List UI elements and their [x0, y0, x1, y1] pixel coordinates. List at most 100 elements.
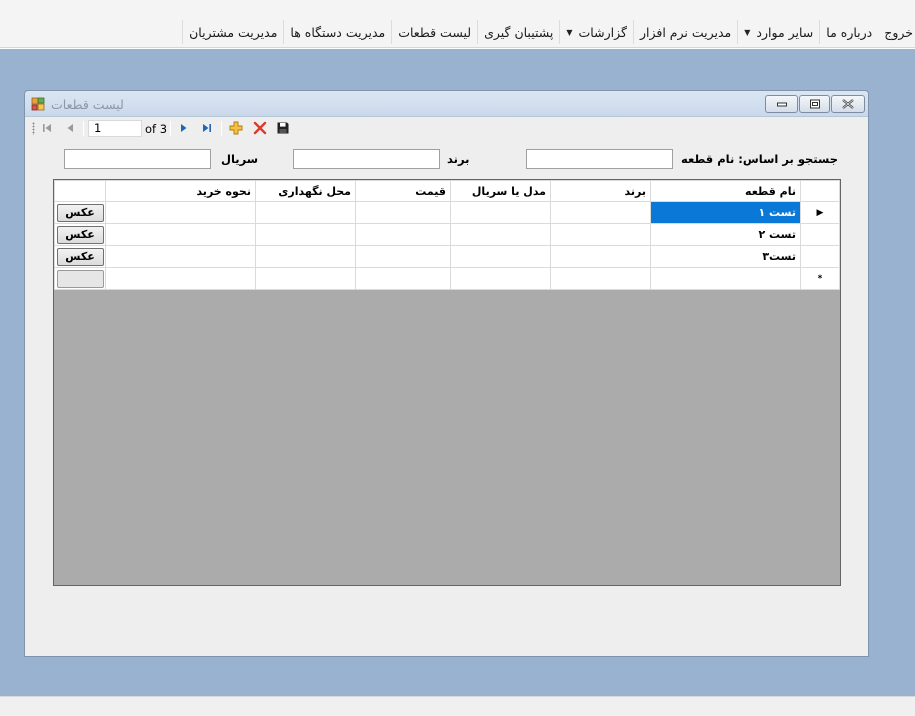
menu-item-label: سایر موارد — [756, 24, 814, 40]
column-header-part-name[interactable]: نام قطعه — [650, 180, 801, 202]
cell-model-serial[interactable] — [450, 245, 551, 268]
search-prefix: جستجو بر اساس: — [738, 152, 838, 166]
photo-button[interactable]: عکس — [56, 225, 104, 244]
cell-brand[interactable] — [550, 245, 651, 268]
menu-item-devices[interactable]: مدیریت دستگاه ها — [283, 20, 391, 44]
new-row[interactable]: * — [54, 267, 840, 290]
menu-item-parts-list[interactable]: لیست قطعات — [391, 20, 477, 44]
cell-purchase-method[interactable] — [105, 201, 256, 224]
previous-record-icon — [67, 124, 73, 132]
cell-storage-location[interactable] — [255, 223, 356, 246]
photo-button[interactable] — [56, 269, 104, 288]
menu-item-label: پشتیبان گیری — [484, 24, 554, 40]
cell-part-name[interactable]: تست۳ — [650, 245, 801, 268]
caret-down-icon: ▼ — [744, 27, 751, 37]
cell-photo: عکس — [54, 245, 106, 268]
next-record-icon — [181, 124, 187, 132]
column-header-purchase-method[interactable]: نحوه خرید — [105, 180, 256, 202]
brand-label: برند — [447, 152, 470, 166]
menu-item-reports[interactable]: گزارشات ▼ — [559, 20, 633, 44]
close-icon — [842, 99, 854, 109]
toolbar-grip[interactable] — [32, 122, 35, 135]
cell-purchase-method[interactable] — [105, 245, 256, 268]
serial-search-input[interactable] — [64, 149, 211, 169]
menu-item-customers[interactable]: مدیریت مشتریان — [182, 20, 283, 44]
minimize-button[interactable] — [765, 95, 798, 113]
menu-item-label: درباره ما — [826, 24, 873, 40]
window-title: لیست قطعات — [51, 97, 124, 112]
app-icon — [31, 97, 45, 111]
minimize-icon — [776, 102, 787, 107]
table-row[interactable]: تست ۲ عکس — [54, 223, 840, 246]
grid-header-row: نام قطعه برند مدل یا سریال قیمت محل نگهد… — [54, 180, 840, 202]
cell-price[interactable] — [355, 223, 451, 246]
current-row-indicator[interactable]: ▶ — [800, 201, 840, 224]
menu-item-about[interactable]: درباره ما — [819, 20, 878, 44]
binding-navigator: 1 of 3 — [25, 117, 868, 139]
row-header[interactable] — [800, 245, 840, 268]
cell-price[interactable] — [355, 201, 451, 224]
search-by-label: جستجو بر اساس: نام قطعه — [681, 152, 838, 166]
menu-item-backup[interactable]: پشتیبان گیری — [477, 20, 559, 44]
add-new-button[interactable] — [229, 121, 243, 135]
menu-item-other[interactable]: سایر موارد ▼ — [737, 20, 819, 44]
column-header-price[interactable]: قیمت — [355, 180, 451, 202]
cell-storage-location[interactable] — [255, 201, 356, 224]
column-header-photo[interactable] — [54, 180, 106, 202]
grid-table: نام قطعه برند مدل یا سریال قیمت محل نگهد… — [54, 180, 840, 290]
menu-item-label: گزارشات — [578, 24, 627, 40]
toolbar-separator — [221, 121, 222, 136]
close-button[interactable] — [831, 95, 865, 113]
row-header[interactable] — [800, 223, 840, 246]
cell-storage-location[interactable] — [255, 267, 356, 290]
brand-search-input[interactable] — [293, 149, 440, 169]
menu-item-exit[interactable]: خروج — [878, 20, 915, 44]
cell-photo: عکس — [54, 223, 106, 246]
cell-price[interactable] — [355, 245, 451, 268]
cell-purchase-method[interactable] — [105, 223, 256, 246]
menu-item-label: مدیریت دستگاه ها — [290, 24, 386, 40]
cell-brand[interactable] — [550, 223, 651, 246]
move-next-button[interactable] — [177, 121, 191, 135]
delete-button[interactable] — [253, 121, 267, 135]
cell-brand[interactable] — [550, 201, 651, 224]
grid-corner-header — [800, 180, 840, 202]
column-header-brand[interactable]: برند — [550, 180, 651, 202]
move-previous-button[interactable] — [63, 121, 77, 135]
position-input[interactable]: 1 — [88, 120, 142, 137]
cell-purchase-method[interactable] — [105, 267, 256, 290]
column-header-storage-location[interactable]: محل نگهداری — [255, 180, 356, 202]
cell-part-name[interactable]: تست ۲ — [650, 223, 801, 246]
new-row-marker[interactable]: * — [800, 267, 840, 290]
part-name-search-input[interactable] — [526, 149, 673, 169]
menu-item-label: مدیریت نرم افزار — [639, 24, 732, 40]
photo-button[interactable]: عکس — [56, 247, 104, 266]
save-button[interactable] — [276, 121, 290, 135]
menu-item-label: مدیریت مشتریان — [189, 24, 278, 40]
window-titlebar[interactable]: لیست قطعات — [25, 91, 868, 117]
menu-item-software[interactable]: مدیریت نرم افزار — [632, 20, 737, 44]
save-icon — [277, 122, 289, 134]
cell-model-serial[interactable] — [450, 223, 551, 246]
caret-down-icon: ▼ — [566, 27, 573, 37]
cell-photo — [54, 267, 106, 290]
cell-photo: عکس — [54, 201, 106, 224]
cell-storage-location[interactable] — [255, 245, 356, 268]
restore-button[interactable] — [799, 95, 830, 113]
cell-part-name[interactable]: تست ۱ — [650, 201, 801, 224]
status-bar — [0, 696, 915, 716]
cell-model-serial[interactable] — [450, 201, 551, 224]
delete-icon — [253, 121, 267, 135]
cell-price[interactable] — [355, 267, 451, 290]
cell-part-name[interactable] — [650, 267, 801, 290]
restore-icon — [809, 99, 820, 109]
table-row[interactable]: ▶ تست ۱ عکس — [54, 201, 840, 224]
table-row[interactable]: تست۳ عکس — [54, 245, 840, 268]
cell-brand[interactable] — [550, 267, 651, 290]
column-header-model-serial[interactable]: مدل یا سریال — [450, 180, 551, 202]
move-first-button[interactable] — [40, 121, 54, 135]
parts-data-grid[interactable]: نام قطعه برند مدل یا سریال قیمت محل نگهد… — [53, 179, 841, 586]
move-last-button[interactable] — [200, 121, 214, 135]
photo-button[interactable]: عکس — [56, 203, 104, 222]
cell-model-serial[interactable] — [450, 267, 551, 290]
